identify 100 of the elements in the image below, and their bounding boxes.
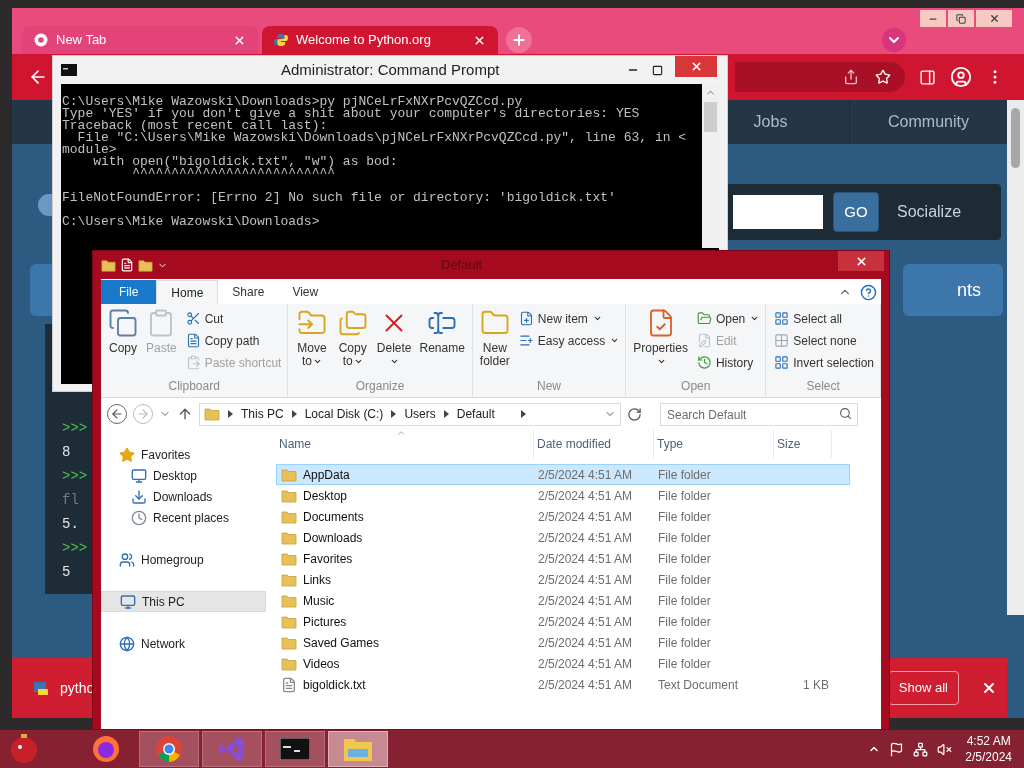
ribbon-button[interactable]: Move to (292, 308, 332, 377)
start-orb-icon (8, 733, 40, 765)
file-row[interactable]: Downloads 2/5/2024 4:51 AM File folder (276, 527, 850, 548)
ribbon-button[interactable]: History (694, 352, 762, 373)
file-row[interactable]: Favorites 2/5/2024 4:51 AM File folder (276, 548, 850, 569)
maximize-button[interactable] (652, 64, 663, 76)
select-none-icon (774, 333, 790, 348)
flag-icon[interactable] (889, 741, 905, 757)
go-button[interactable]: GO (833, 192, 879, 232)
ribbon-button[interactable]: Copy to (333, 308, 372, 377)
console-line: C:\Users\Mike Wazowski\Downloads>py pjNCeLrFxNXrPcvQZCcd.py (62, 96, 523, 108)
side-panel-icon[interactable] (919, 68, 936, 86)
ribbon-button[interactable]: Delete (373, 308, 415, 377)
ribbon-button[interactable]: Select all (772, 308, 876, 329)
breadcrumb-item[interactable]: Local Disk (C:) (304, 405, 384, 423)
address-bar[interactable]: This PC Local Disk (C:) Users Default (199, 402, 621, 426)
nav-item[interactable]: Recent places (101, 507, 266, 528)
ribbon-tab[interactable]: Home (156, 280, 219, 304)
column-header[interactable]: Type (654, 430, 774, 458)
ribbon-button[interactable]: Select none (772, 330, 876, 351)
ribbon-tab[interactable]: View (278, 280, 333, 304)
file-row[interactable]: Links 2/5/2024 4:51 AM File folder (276, 569, 850, 590)
console-line: Traceback (most recent call last): (62, 120, 328, 132)
bookmark-star-icon[interactable] (875, 69, 891, 85)
column-header[interactable]: Size (774, 430, 832, 458)
folder-icon (281, 655, 297, 672)
column-header[interactable]: Name (276, 430, 534, 458)
ribbon-button[interactable]: Rename (416, 308, 468, 377)
nav-item[interactable]: Favorites (101, 444, 266, 465)
console-line: File "C:\Users\Mike Wazowski\Downloads\pjNCeLrFxNXrPcvQZCcd.py", line 63, in < (77, 132, 687, 144)
file-row[interactable]: Documents 2/5/2024 4:51 AM File folder (276, 506, 850, 527)
socialize-link[interactable]: Socialize (897, 200, 962, 224)
network-icon[interactable] (913, 741, 929, 757)
close-icon[interactable] (981, 680, 997, 696)
tab-title: New Tab (56, 31, 108, 50)
taskbar-button[interactable] (139, 731, 199, 767)
file-row[interactable]: bigoldick.txt 2/5/2024 4:51 AM Text Document 1 KB (276, 674, 850, 695)
search-field[interactable] (733, 195, 823, 229)
new-tab-button[interactable] (506, 27, 532, 53)
volume-muted-icon[interactable] (937, 741, 953, 757)
console-line: C:\Users\Mike Wazowski\Downloads> (62, 216, 320, 228)
breadcrumb-item[interactable]: Default (456, 405, 495, 423)
group-label: New (536, 378, 563, 395)
breadcrumb-item[interactable]: Users (404, 405, 436, 423)
help-icon (860, 284, 877, 301)
search-field[interactable]: Search Default (660, 403, 858, 427)
browser-tab[interactable]: New Tab (22, 26, 258, 54)
ribbon-button[interactable]: New item (516, 308, 622, 329)
close-button[interactable] (838, 251, 884, 271)
text-file-icon (281, 676, 297, 693)
nav-item[interactable]: Downloads (101, 486, 266, 507)
file-name: Videos (303, 655, 340, 673)
breadcrumb-item[interactable]: This PC (241, 405, 284, 423)
ribbon-button[interactable]: New folder (476, 308, 513, 377)
file-row[interactable]: Pictures 2/5/2024 4:51 AM File folder (276, 611, 850, 632)
console-line: Type 'YES' if you don't give a shit about your computer's directories: YES (62, 108, 640, 120)
share-icon[interactable] (843, 69, 859, 85)
nav-item[interactable]: Homegroup (101, 549, 266, 570)
folder-icon (281, 550, 297, 567)
ribbon-button[interactable]: Copy (105, 308, 141, 377)
table-cell-text: 2/5/2024 4:51 AM (537, 613, 634, 631)
ribbon-button[interactable]: Invert selection (772, 352, 876, 373)
console-line: 8 (62, 443, 71, 462)
profile-icon[interactable] (950, 66, 972, 88)
ribbon-button[interactable]: Properties (630, 308, 691, 377)
firefox-icon (91, 734, 121, 764)
ribbon-button[interactable]: Copy path (183, 330, 284, 351)
nav-item[interactable]: Desktop (101, 465, 266, 486)
file-name: Documents (303, 508, 364, 526)
ribbon-button[interactable]: Easy access (516, 330, 622, 351)
file-tab[interactable]: File (101, 280, 157, 304)
folder-icon (281, 508, 297, 525)
nav-item[interactable]: Network (101, 633, 266, 654)
file-row[interactable]: AppData 2/5/2024 4:51 AM File folder (276, 464, 850, 485)
ribbon-button[interactable]: Open (694, 308, 762, 329)
tab-search-button[interactable] (882, 28, 906, 52)
nav-item[interactable]: This PC (101, 591, 266, 612)
close-button[interactable] (675, 56, 717, 77)
ribbon-button[interactable]: Cut (183, 308, 284, 329)
clock[interactable]: 4:52 AM 2/5/2024 (965, 733, 1012, 765)
file-name: Links (303, 571, 331, 589)
taskbar-button[interactable] (265, 731, 325, 767)
menu-button[interactable]: nts (903, 264, 1003, 316)
browser-tab[interactable]: Welcome to Python.org (262, 26, 498, 54)
nav-link[interactable]: Community (888, 110, 969, 134)
refresh-button[interactable] (627, 406, 642, 422)
column-header[interactable]: Date modified (534, 430, 654, 458)
folder-icon (138, 257, 153, 273)
file-row[interactable]: Saved Games 2/5/2024 4:51 AM File folder (276, 632, 850, 653)
up-button[interactable] (177, 406, 193, 422)
file-name: Favorites (303, 550, 353, 568)
nav-link[interactable]: Jobs (753, 110, 788, 134)
restore-button[interactable] (948, 10, 974, 27)
file-row[interactable]: Desktop 2/5/2024 4:51 AM File folder (276, 485, 850, 506)
file-name: Saved Games (303, 634, 380, 652)
file-row[interactable]: Music 2/5/2024 4:51 AM File folder (276, 590, 850, 611)
ribbon-tab[interactable]: Share (218, 280, 279, 304)
close-button[interactable] (976, 10, 1012, 27)
file-row[interactable]: Videos 2/5/2024 4:51 AM File folder (276, 653, 850, 674)
folder-icon (281, 571, 297, 588)
